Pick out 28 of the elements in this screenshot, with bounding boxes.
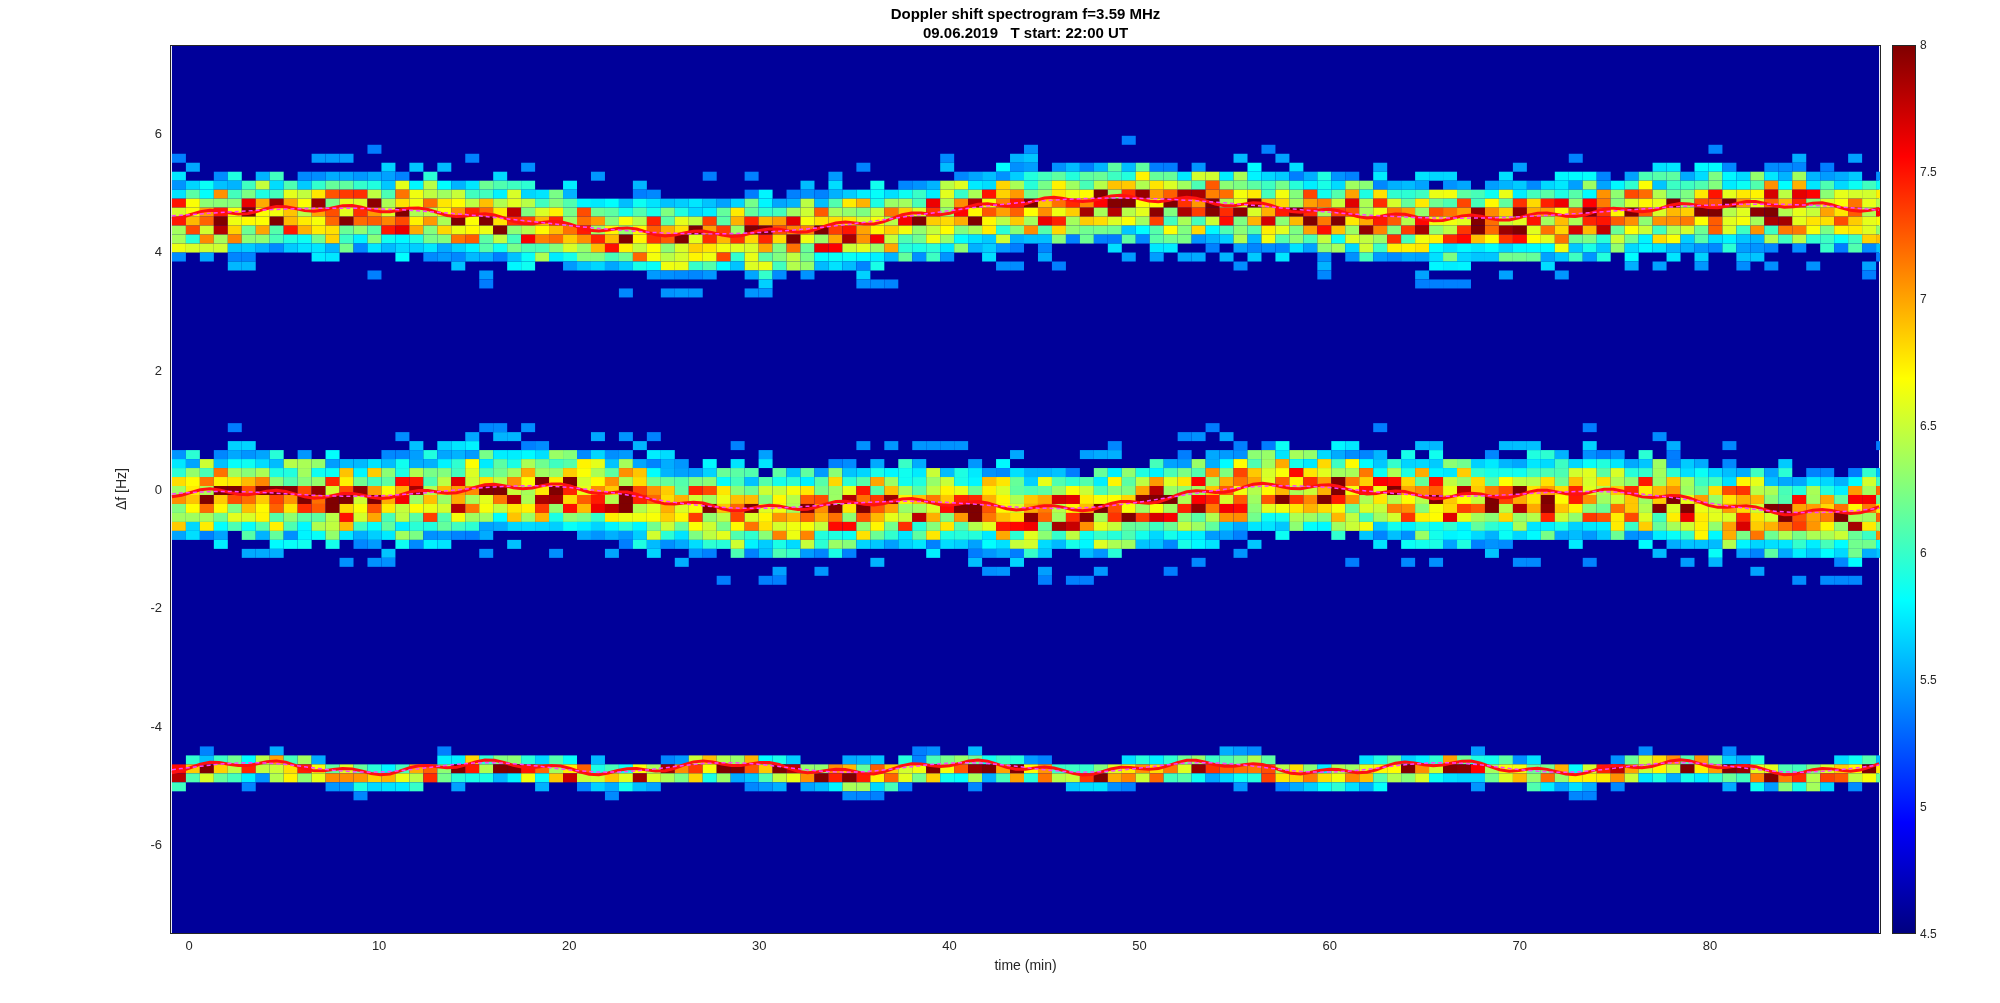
- chart-title: Doppler shift spectrogram f=3.59 MHz: [890, 3, 1161, 23]
- x-tick-label: 40: [941, 938, 958, 954]
- colorbar-tick-label: 6.5: [1920, 419, 1937, 433]
- y-axis-label: Δf [Hz]: [112, 468, 130, 511]
- colorbar-tick-label: 4.5: [1920, 927, 1937, 941]
- x-tick-label: 80: [1701, 938, 1719, 954]
- x-tick-label: 60: [1321, 938, 1338, 954]
- y-tick-label: -6: [150, 837, 162, 854]
- x-tick-label: 30: [751, 938, 768, 954]
- y-tick-label: -2: [150, 600, 162, 617]
- x-tick-label: 70: [1511, 938, 1528, 954]
- colorbar-tick-label: 7.5: [1920, 165, 1937, 179]
- colorbar-tick-label: 6: [1920, 546, 1927, 560]
- y-tick-label: 6: [154, 125, 162, 142]
- y-tick-label: 4: [154, 244, 162, 261]
- x-tick-label: 0: [184, 938, 194, 954]
- chart-subtitle: 09.06.2019 T start: 22:00 UT: [922, 22, 1129, 42]
- colorbar-tick-label: 5.5: [1920, 673, 1937, 687]
- y-tick-label: -4: [150, 718, 162, 735]
- colorbar-tick-label: 5: [1920, 800, 1927, 814]
- colorbar-tick-label: 8: [1920, 38, 1927, 52]
- y-tick-label: 2: [154, 362, 162, 379]
- x-tick-label: 50: [1131, 938, 1148, 954]
- x-axis-label: time (min): [994, 956, 1057, 974]
- y-tick-label: 0: [154, 481, 162, 498]
- x-tick-label: 10: [370, 938, 388, 954]
- x-tick-label: 20: [561, 938, 578, 954]
- colorbar-tick-label: 7: [1920, 292, 1927, 306]
